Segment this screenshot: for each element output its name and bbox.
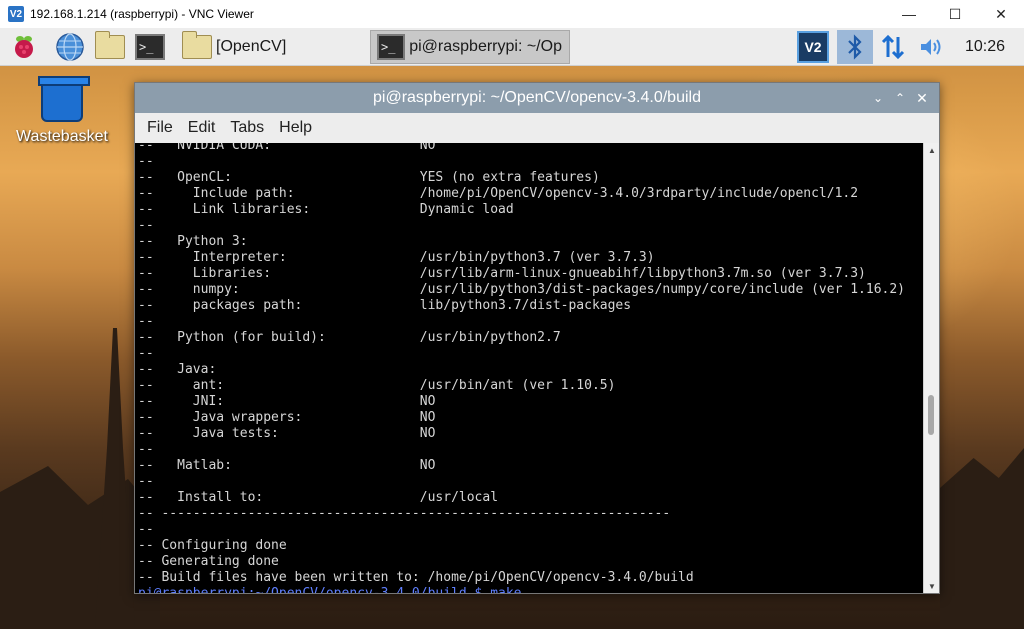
terminal-line: --	[138, 218, 154, 233]
menu-file[interactable]: File	[147, 119, 173, 137]
volume-tray-button[interactable]	[913, 30, 949, 64]
terminal-line: --	[138, 314, 154, 329]
bluetooth-icon	[848, 33, 862, 60]
terminal-output[interactable]: -- NVIDIA CUDA: NO -- -- OpenCL: YES (no e…	[135, 143, 925, 593]
terminal-line: -- Java:	[138, 362, 217, 377]
taskbar-panel: >_ [OpenCV] >_ pi@raspberrypi: ~/Op... V…	[0, 28, 1024, 66]
terminal-title: pi@raspberrypi: ~/OpenCV/opencv-3.4.0/bu…	[373, 89, 701, 106]
network-arrows-icon	[881, 34, 905, 59]
menu-help[interactable]: Help	[279, 119, 312, 137]
web-browser-button[interactable]	[52, 30, 88, 64]
stupa-silhouette	[95, 328, 135, 628]
terminal-line: --	[138, 442, 154, 457]
terminal-line: -- Java wrappers: NO	[138, 410, 436, 425]
clock[interactable]: 10:26	[965, 38, 1005, 56]
task-label: [OpenCV]	[216, 37, 287, 55]
temple-silhouette	[940, 448, 1024, 628]
terminal-line: --	[138, 154, 154, 169]
terminal-line: -- Include path: /home/pi/OpenCV/opencv-…	[138, 186, 859, 201]
bluetooth-tray-button[interactable]	[837, 29, 873, 64]
terminal-line: -- Java tests: NO	[138, 426, 436, 441]
terminal-line: -- numpy: /usr/lib/python3/dist-packages…	[138, 282, 906, 297]
terminal-menubar: File Edit Tabs Help	[135, 113, 939, 143]
scroll-up-arrow-icon[interactable]: ▲	[927, 145, 937, 155]
close-button[interactable]: ✕	[978, 0, 1024, 28]
terminal-icon: >_	[377, 33, 406, 60]
trash-icon	[38, 76, 90, 122]
terminal-icon: >_	[135, 33, 165, 60]
raspberry-menu-button[interactable]	[6, 30, 42, 64]
network-tray-button[interactable]	[875, 30, 911, 64]
terminal-line: --	[138, 346, 154, 361]
terminal-prompt: pi@raspberrypi:~/OpenCV/opencv-3.4.0/bui…	[138, 586, 925, 593]
terminal-lines: -- NVIDIA CUDA: NO -- -- OpenCL: YES (no e…	[135, 143, 925, 593]
globe-icon	[56, 32, 84, 61]
minimize-button[interactable]: —	[886, 0, 932, 28]
terminal-line: -- Install to: /usr/local	[138, 490, 499, 505]
vnc-tray-icon: V2	[797, 30, 829, 63]
terminal-line: -- NVIDIA CUDA: NO	[138, 143, 436, 153]
terminal-line: -- packages path: lib/python3.7/dist-pac…	[138, 298, 632, 313]
task-opencv-folder[interactable]: [OpenCV]	[176, 30, 366, 64]
terminal-close-button[interactable]: ✕	[913, 89, 931, 107]
terminal-line: -- Build files have been written to: /ho…	[138, 570, 694, 585]
file-manager-button[interactable]	[92, 30, 128, 64]
terminal-line: -- Interpreter: /usr/bin/python3.7 (ver …	[138, 250, 655, 265]
file-manager-icon	[95, 30, 125, 59]
terminal-line: -- Generating done	[138, 554, 279, 569]
vnc-titlebar: V2 192.168.1.214 (raspberrypi) - VNC Vie…	[0, 0, 1024, 28]
scroll-thumb[interactable]	[928, 395, 934, 435]
wastebasket-label: Wastebasket	[16, 128, 108, 145]
terminal-line: -- Matlab: NO	[138, 458, 436, 473]
terminal-line: -- JNI: NO	[138, 394, 436, 409]
terminal-line: -- Python (for build): /usr/bin/python2.…	[138, 330, 561, 345]
maximize-button[interactable]: ☐	[932, 0, 978, 28]
terminal-launcher-button[interactable]: >_	[132, 30, 168, 64]
terminal-line: --	[138, 474, 154, 489]
terminal-line: --	[138, 522, 154, 537]
terminal-line: -- OpenCL: YES (no extra features)	[138, 170, 600, 185]
terminal-titlebar[interactable]: pi@raspberrypi: ~/OpenCV/opencv-3.4.0/bu…	[135, 83, 939, 113]
folder-icon	[182, 30, 212, 59]
terminal-window: pi@raspberrypi: ~/OpenCV/opencv-3.4.0/bu…	[134, 82, 940, 594]
wastebasket-desktop-icon[interactable]: Wastebasket	[14, 76, 110, 146]
terminal-maximize-button[interactable]: ⌃	[891, 89, 909, 107]
terminal-minimize-button[interactable]: ⌄	[869, 89, 887, 107]
terminal-line: -- ant: /usr/bin/ant (ver 1.10.5)	[138, 378, 616, 393]
menu-tabs[interactable]: Tabs	[230, 119, 264, 137]
task-terminal[interactable]: >_ pi@raspberrypi: ~/Op...	[370, 29, 570, 64]
terminal-line: -- Python 3:	[138, 234, 248, 249]
vnc-server-tray-icon[interactable]: V2	[795, 30, 831, 64]
terminal-line: -- -------------------------------------…	[138, 506, 671, 521]
terminal-line: -- Link libraries: Dynamic load	[138, 202, 514, 217]
terminal-line: -- Libraries: /usr/lib/arm-linux-gnueabi…	[138, 266, 866, 281]
raspberry-icon	[15, 35, 33, 58]
terminal-line: -- Configuring done	[138, 538, 287, 553]
vnc-window-title: 192.168.1.214 (raspberrypi) - VNC Viewer	[30, 7, 254, 21]
vnc-logo-icon: V2	[8, 6, 24, 22]
volume-icon	[921, 38, 941, 55]
terminal-scrollbar[interactable]: ▲ ▼	[923, 143, 939, 593]
menu-edit[interactable]: Edit	[188, 119, 216, 137]
scroll-down-arrow-icon[interactable]: ▼	[927, 581, 937, 591]
task-label: pi@raspberrypi: ~/Op...	[409, 37, 563, 55]
